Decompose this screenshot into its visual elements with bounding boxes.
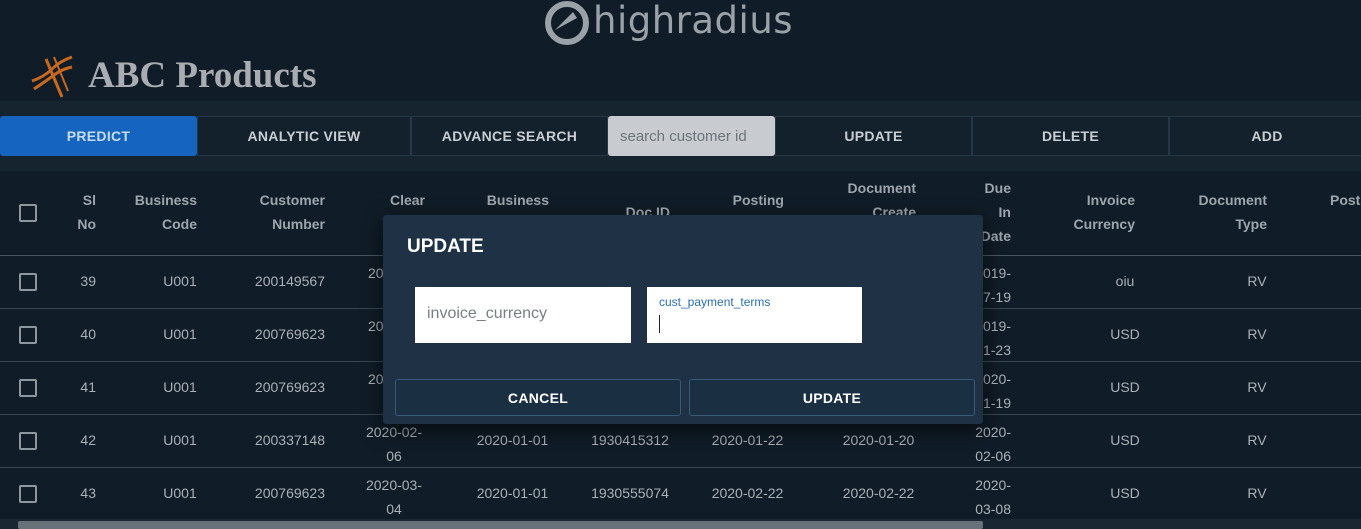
header-customer-number[interactable]: Customer Number <box>240 188 325 236</box>
cell-clear-date: 2020-03- 04 <box>365 477 423 517</box>
table-row[interactable]: 43 U001 200769623 2020-03- 04 2020-01-01 … <box>0 468 1361 521</box>
highradius-brand: highradius <box>543 0 793 46</box>
brand-name: highradius <box>593 0 794 42</box>
abc-logo-icon <box>31 55 73 98</box>
row-checkbox[interactable] <box>19 432 37 450</box>
cell-sl-no: 43 <box>80 485 96 501</box>
cell-invoice-currency: USD <box>1110 485 1140 501</box>
cancel-button[interactable]: CANCEL <box>395 379 681 416</box>
cell-doc-id: 1930555074 <box>591 485 669 501</box>
select-all-checkbox[interactable] <box>19 204 37 222</box>
invoice-currency-placeholder: invoice_currency <box>427 305 548 322</box>
cell-business-code: U001 <box>163 432 197 448</box>
dialog-title: UPDATE <box>407 236 484 257</box>
row-checkbox[interactable] <box>19 273 37 291</box>
cell-document-type: RV <box>1247 379 1267 395</box>
cell-business-year: 2020-01-01 <box>476 432 549 448</box>
search-customer-input[interactable]: search customer id <box>608 116 775 156</box>
analytic-view-button[interactable]: ANALYTIC VIEW <box>197 116 411 156</box>
header-invoice-currency[interactable]: Invoice Currency <box>1060 188 1135 236</box>
row-checkbox[interactable] <box>19 326 37 344</box>
cell-invoice-currency: oiu <box>1115 273 1135 289</box>
cell-clear-date: 20 <box>368 318 384 334</box>
update-dialog: UPDATE invoice_currency cust_payment_ter… <box>383 215 983 424</box>
cell-document-create-date: 2020-02-22 <box>842 485 915 501</box>
cell-posting-date: 2020-02-22 <box>711 485 784 501</box>
cell-document-type: RV <box>1247 273 1267 289</box>
cell-invoice-currency: USD <box>1110 379 1140 395</box>
app-header: ABC Products <box>28 50 317 100</box>
predict-button[interactable]: PREDICT <box>0 116 197 156</box>
scrollbar-thumb[interactable] <box>18 521 983 529</box>
app-title: ABC Products <box>88 54 317 96</box>
cell-business-code: U001 <box>163 273 197 289</box>
update-button[interactable]: UPDATE <box>775 116 972 156</box>
row-checkbox[interactable] <box>19 379 37 397</box>
delete-button[interactable]: DELETE <box>972 116 1169 156</box>
header-business-code[interactable]: Business Code <box>120 188 197 236</box>
advance-search-button[interactable]: ADVANCE SEARCH <box>411 116 608 156</box>
header-sl-no[interactable]: Sl No <box>70 188 96 236</box>
cell-invoice-currency: USD <box>1110 326 1140 342</box>
cell-sl-no: 41 <box>80 379 96 395</box>
cell-sl-no: 42 <box>80 432 96 448</box>
header-posting-date[interactable]: Posting <box>720 188 784 212</box>
cell-due-date: 2020- 02-06 <box>975 424 1011 464</box>
cell-customer-number: 200769623 <box>254 485 325 501</box>
cell-posting-date: 2020-01-22 <box>711 432 784 448</box>
cell-customer-number: 200769623 <box>254 379 325 395</box>
cell-business-code: U001 <box>163 485 197 501</box>
cell-business-code: U001 <box>163 379 197 395</box>
cell-document-create-date: 2020-01-20 <box>842 432 915 448</box>
header-clear-date[interactable]: Clear <box>370 188 425 212</box>
cell-due-date: 2020- 03-08 <box>975 477 1011 517</box>
header-posting-id[interactable]: Post <box>1330 188 1361 212</box>
invoice-currency-field[interactable]: invoice_currency <box>415 287 631 343</box>
cell-document-type: RV <box>1247 326 1267 342</box>
cell-sl-no: 39 <box>80 273 96 289</box>
cell-customer-number: 200337148 <box>254 432 325 448</box>
row-checkbox[interactable] <box>19 485 37 503</box>
cell-business-year: 2020-01-01 <box>476 485 549 501</box>
cell-business-code: U001 <box>163 326 197 342</box>
cell-document-type: RV <box>1247 432 1267 448</box>
add-button[interactable]: ADD <box>1169 116 1361 156</box>
cell-clear-date: 20 <box>368 371 384 387</box>
cell-clear-date: 2020-02- 06 <box>365 424 423 464</box>
cust-payment-terms-field[interactable]: cust_payment_terms <box>647 287 862 343</box>
dialog-update-button[interactable]: UPDATE <box>689 379 975 416</box>
text-caret <box>659 315 660 333</box>
cell-sl-no: 40 <box>80 326 96 342</box>
header-business-year[interactable]: Business <box>470 188 549 212</box>
cell-clear-date: 20 <box>368 265 384 281</box>
cell-document-type: RV <box>1247 485 1267 501</box>
cust-payment-terms-label: cust_payment_terms <box>659 295 771 309</box>
cell-customer-number: 200149567 <box>254 273 325 289</box>
cell-invoice-currency: USD <box>1110 432 1140 448</box>
header-document-type[interactable]: Document Type <box>1190 188 1267 236</box>
horizontal-scrollbar[interactable] <box>0 519 1361 529</box>
highradius-logo-icon <box>545 1 589 45</box>
cell-doc-id: 1930415312 <box>591 432 669 448</box>
cell-customer-number: 200769623 <box>254 326 325 342</box>
